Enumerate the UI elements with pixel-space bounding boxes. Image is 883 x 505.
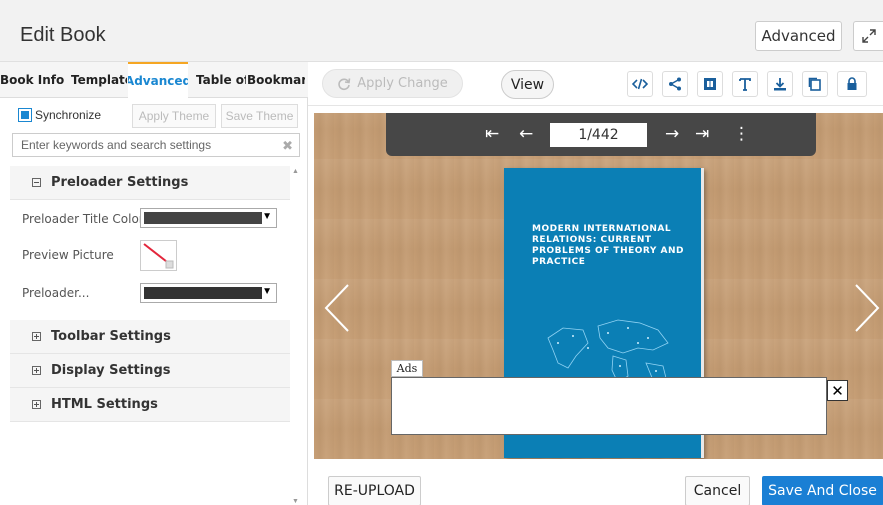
copy-button[interactable] — [802, 71, 828, 97]
preloader-title-color-select[interactable]: ▼ — [140, 208, 277, 228]
pages-button[interactable] — [697, 71, 723, 97]
preloader-color-select[interactable]: ▼ — [140, 283, 277, 303]
embed-code-button[interactable] — [627, 71, 653, 97]
expand-button[interactable] — [853, 21, 883, 51]
section-display-settings[interactable]: Display Settings — [10, 354, 290, 388]
flipbook-viewer[interactable]: ⇤ ← 1/442 → ⇥ ⋮ MODERN INTERNATIONAL REL… — [314, 113, 883, 459]
expand-icon — [32, 400, 41, 409]
dropdown-arrow-icon: ▼ — [262, 211, 272, 222]
text-button[interactable] — [732, 71, 758, 97]
expand-icon — [32, 332, 41, 341]
save-theme-button[interactable]: Save Theme — [221, 104, 298, 128]
tab-book-info[interactable]: Book Info — [0, 62, 66, 98]
prev-page-icon[interactable]: ← — [519, 123, 533, 145]
settings-scrollbar[interactable]: ▲ ▼ — [290, 166, 300, 505]
text-icon — [739, 78, 751, 91]
save-and-close-button[interactable]: Save And Close — [762, 476, 883, 505]
ads-label: Ads — [391, 360, 423, 377]
section-html-settings[interactable]: HTML Settings — [10, 388, 290, 422]
download-button[interactable] — [767, 71, 793, 97]
next-page-arrow-icon[interactable] — [852, 283, 882, 333]
preloader-label: Preloader... — [22, 286, 90, 300]
synchronize-checkbox[interactable] — [18, 108, 32, 122]
lock-button[interactable] — [837, 71, 867, 97]
tab-bookmark[interactable]: Bookmark — [247, 62, 305, 98]
book-title: MODERN INTERNATIONAL RELATIONS: CURRENT … — [532, 224, 684, 267]
share-icon — [669, 77, 681, 91]
preview-picture-label: Preview Picture — [22, 248, 114, 262]
synchronize-label: Synchronize — [35, 108, 102, 122]
copy-icon — [808, 77, 821, 91]
footer-actions: RE-UPLOAD Cancel Save And Close — [308, 464, 883, 505]
cancel-button[interactable]: Cancel — [685, 476, 750, 505]
share-button[interactable] — [662, 71, 688, 97]
pages-icon — [704, 78, 716, 90]
last-page-icon[interactable]: ⇥ — [695, 123, 709, 145]
section-label: Display Settings — [51, 363, 171, 378]
clear-search-icon[interactable]: ✖ — [282, 138, 293, 154]
world-map-image — [547, 319, 669, 384]
tab-table-of-contents[interactable]: Table of — [196, 62, 246, 98]
view-button[interactable]: View — [501, 70, 554, 99]
apply-change-label: Apply Change — [357, 76, 448, 91]
color-swatch — [144, 287, 262, 299]
color-swatch — [144, 212, 262, 224]
close-ad-icon[interactable]: ✕ — [827, 380, 848, 401]
more-menu-icon[interactable]: ⋮ — [733, 123, 750, 145]
scroll-down-icon[interactable]: ▼ — [292, 498, 299, 505]
dropdown-arrow-icon: ▼ — [262, 286, 272, 297]
collapse-icon — [32, 178, 41, 187]
section-label: Preloader Settings — [51, 175, 189, 190]
tab-advanced[interactable]: Advanced — [128, 62, 188, 98]
no-image-icon — [143, 243, 174, 269]
expand-icon — [32, 366, 41, 375]
preview-area: Apply Change View ⇤ ← 1/442 → ⇥ ⋮ MODERN… — [308, 62, 883, 505]
preloader-title-color-label: Preloader Title Color — [22, 212, 144, 226]
embed-code-icon — [632, 78, 648, 90]
preview-picture[interactable] — [140, 240, 177, 271]
download-icon — [774, 78, 786, 91]
reupload-button[interactable]: RE-UPLOAD — [328, 476, 421, 505]
prev-page-arrow-icon[interactable] — [322, 283, 352, 333]
section-preloader-settings[interactable]: Preloader Settings — [10, 166, 290, 200]
viewer-nav-bar: ⇤ ← 1/442 → ⇥ ⋮ — [386, 113, 816, 156]
section-toolbar-settings[interactable]: Toolbar Settings — [10, 320, 290, 354]
next-page-icon[interactable]: → — [665, 123, 679, 145]
settings-search: ✖ — [12, 133, 300, 157]
search-input[interactable] — [13, 134, 268, 156]
page-indicator[interactable]: 1/442 — [550, 123, 647, 147]
refresh-icon — [338, 77, 351, 90]
advanced-button[interactable]: Advanced — [755, 21, 842, 51]
editor-toolbar: Apply Change View — [308, 62, 883, 106]
tab-template[interactable]: Template — [71, 62, 127, 98]
section-label: Toolbar Settings — [51, 329, 171, 344]
expand-icon — [861, 29, 876, 43]
ad-banner[interactable] — [391, 377, 827, 435]
apply-theme-button[interactable]: Apply Theme — [132, 104, 216, 128]
first-page-icon[interactable]: ⇤ — [485, 123, 499, 145]
apply-change-button[interactable]: Apply Change — [322, 69, 463, 98]
settings-panel: Book Info Template Advanced Table of Boo… — [0, 62, 308, 505]
scroll-up-icon[interactable]: ▲ — [292, 168, 299, 175]
app-header: Edit Book Advanced — [0, 0, 883, 62]
sync-row: Synchronize Apply Theme Save Theme — [0, 98, 308, 130]
lock-icon — [847, 77, 857, 90]
page-title: Edit Book — [20, 24, 106, 46]
settings-tabs: Book Info Template Advanced Table of Boo… — [0, 62, 308, 98]
section-label: HTML Settings — [51, 397, 158, 412]
